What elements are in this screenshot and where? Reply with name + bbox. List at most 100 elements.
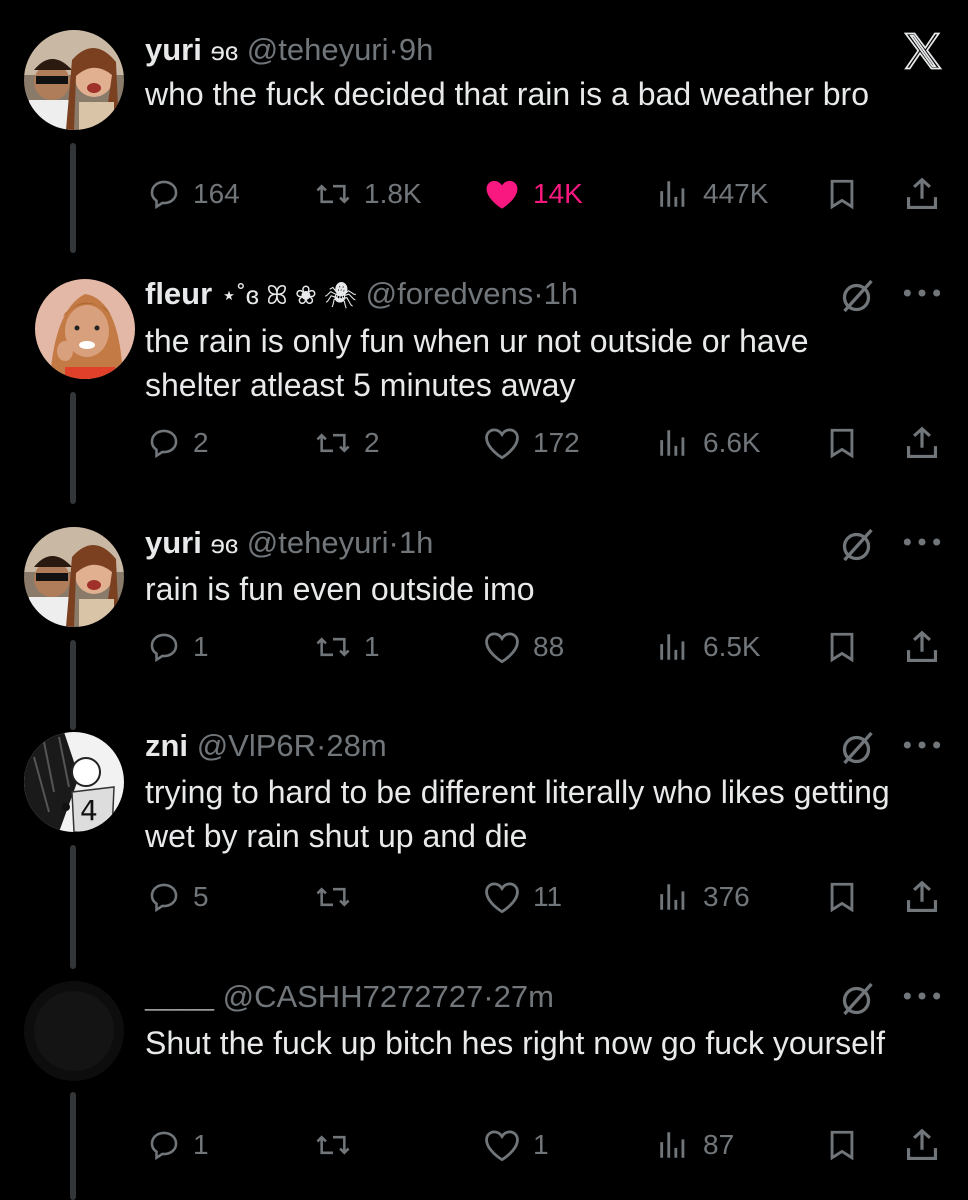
share-button[interactable] xyxy=(903,1122,941,1168)
like-count: 14K xyxy=(533,178,583,209)
share-icon xyxy=(906,177,938,210)
grok-icon[interactable] xyxy=(840,981,876,1017)
reply-button[interactable]: 1 xyxy=(147,624,209,670)
grok-icon[interactable] xyxy=(840,730,876,766)
bookmark-icon xyxy=(830,179,854,210)
reply-button[interactable]: 164 xyxy=(147,171,240,217)
retweet-icon xyxy=(316,433,350,453)
grok-icon[interactable] xyxy=(840,527,876,563)
heart-icon xyxy=(485,632,519,664)
like-button[interactable]: 172 xyxy=(483,420,580,466)
avatar[interactable]: 4 xyxy=(24,732,124,832)
bookmark-button[interactable] xyxy=(825,1122,859,1168)
separator-dot: · xyxy=(388,525,399,560)
avatar[interactable] xyxy=(35,279,135,379)
reply-icon xyxy=(150,429,178,459)
retweet-icon xyxy=(316,184,350,204)
display-name[interactable]: yuri xyxy=(145,525,202,560)
bookmark-icon xyxy=(830,882,854,913)
share-icon xyxy=(906,426,938,459)
reply-icon xyxy=(150,180,178,210)
separator-dot: · xyxy=(483,979,494,1014)
tweet-header: yuri ɘɞ @teheyuri·9h xyxy=(145,30,848,71)
reply-count: 1 xyxy=(193,631,209,662)
share-button[interactable] xyxy=(903,624,941,670)
handle[interactable]: @foredvens xyxy=(366,276,534,311)
timestamp[interactable]: 28m xyxy=(326,728,386,763)
retweet-button[interactable]: 2 xyxy=(314,420,380,466)
display-name[interactable]: yuri xyxy=(145,32,202,67)
thread: yuri ɘɞ @teheyuri·9h who the fuck decide… xyxy=(0,0,968,1200)
avatar[interactable] xyxy=(24,981,124,1081)
views-button[interactable]: 6.6K xyxy=(655,420,761,466)
more-icon[interactable] xyxy=(900,278,944,308)
handle[interactable]: @VlP6R xyxy=(197,728,316,763)
bookmark-button[interactable] xyxy=(825,171,859,217)
handle[interactable]: @teheyuri xyxy=(247,32,389,67)
like-button[interactable]: 14K xyxy=(483,171,583,217)
avatar[interactable] xyxy=(24,527,124,627)
separator-dot: · xyxy=(533,276,544,311)
views-icon xyxy=(660,430,685,456)
tweet-text: the rain is only fun when ur not outside… xyxy=(145,323,809,403)
timestamp[interactable]: 27m xyxy=(494,979,554,1014)
avatar[interactable] xyxy=(24,30,124,130)
bookmark-icon xyxy=(830,1130,854,1161)
share-button[interactable] xyxy=(903,874,941,920)
views-count: 447K xyxy=(703,178,769,209)
views-button[interactable]: 6.5K xyxy=(655,624,761,670)
bookmark-button[interactable] xyxy=(825,624,859,670)
timestamp[interactable]: 1h xyxy=(544,276,578,311)
display-name[interactable]: zni xyxy=(145,728,188,763)
reply-count: 1 xyxy=(193,1129,209,1160)
retweet-icon xyxy=(316,637,350,657)
share-icon xyxy=(906,630,938,663)
tweet-text: Shut the fuck up bitch hes right now go … xyxy=(145,1025,885,1061)
reply-count: 5 xyxy=(193,881,209,912)
like-count: 11 xyxy=(533,881,563,912)
tweet-actions: 164 1.8K 14K 447K xyxy=(0,171,968,217)
views-button[interactable]: 376 xyxy=(655,874,750,920)
bookmark-icon xyxy=(830,428,854,459)
timestamp[interactable]: 1h xyxy=(399,525,433,560)
reply-button[interactable]: 5 xyxy=(147,874,209,920)
tweet-actions: 5 11 376 xyxy=(0,874,968,920)
handle[interactable]: @teheyuri xyxy=(247,525,389,560)
tweet-header: yuri ɘɞ @teheyuri·1h xyxy=(145,523,848,564)
tweet-header: ____ @CASHH7272727·27m xyxy=(145,977,848,1017)
share-button[interactable] xyxy=(903,171,941,217)
tweet-actions: 1 1 87 xyxy=(0,1122,968,1168)
bookmark-button[interactable] xyxy=(825,420,859,466)
handle[interactable]: @CASHH7272727 xyxy=(223,979,484,1014)
tweet-header: fleur ⋆˚ɞ ꕤ ❀ 🕷 @foredvens·1h xyxy=(145,274,848,315)
like-button[interactable]: 11 xyxy=(483,874,562,920)
share-button[interactable] xyxy=(903,420,941,466)
x-logo[interactable] xyxy=(900,30,946,72)
more-icon[interactable] xyxy=(900,527,944,557)
timestamp[interactable]: 9h xyxy=(399,32,433,67)
share-icon xyxy=(906,1128,938,1161)
like-button[interactable]: 88 xyxy=(483,624,564,670)
like-count: 172 xyxy=(533,427,580,458)
more-icon[interactable] xyxy=(900,730,944,760)
retweet-button[interactable]: 1 xyxy=(314,624,380,670)
retweet-button[interactable] xyxy=(314,874,364,920)
reply-icon xyxy=(150,1131,178,1161)
views-button[interactable]: 87 xyxy=(655,1122,734,1168)
tweet-text: trying to hard to be different literally… xyxy=(145,774,890,854)
display-name[interactable]: fleur xyxy=(145,276,212,311)
grok-icon[interactable] xyxy=(840,278,876,314)
reply-count: 164 xyxy=(193,178,240,209)
reply-button[interactable]: 1 xyxy=(147,1122,209,1168)
retweet-button[interactable] xyxy=(314,1122,364,1168)
tweet-header: zni @VlP6R·28m xyxy=(145,726,848,766)
like-button[interactable]: 1 xyxy=(483,1122,549,1168)
retweet-button[interactable]: 1.8K xyxy=(314,171,422,217)
bookmark-button[interactable] xyxy=(825,874,859,920)
reply-button[interactable]: 2 xyxy=(147,420,209,466)
more-icon[interactable] xyxy=(900,981,944,1011)
heart-icon xyxy=(486,180,518,209)
views-button[interactable]: 447K xyxy=(655,171,768,217)
display-name[interactable]: ____ xyxy=(145,979,214,1014)
views-icon xyxy=(660,634,685,660)
